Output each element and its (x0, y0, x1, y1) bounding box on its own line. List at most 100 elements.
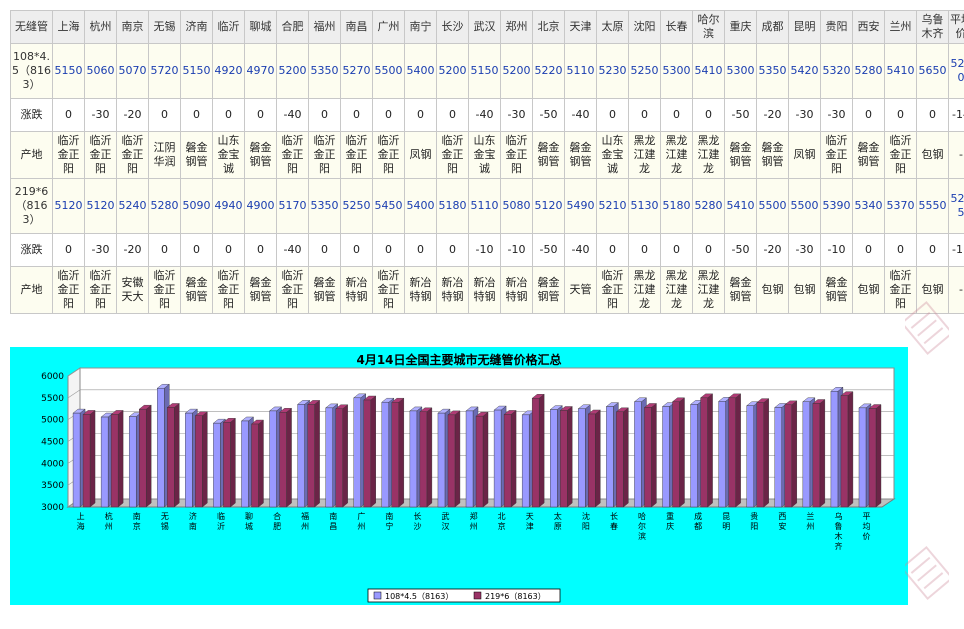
origin-cell: 临沂金正阳 (884, 131, 917, 179)
bar (335, 408, 343, 508)
bar (72, 412, 81, 508)
origin-cell: 山东金宝诚 (468, 131, 501, 179)
origin-cell: 安徽天大 (116, 266, 149, 314)
price-cell: 5210 (596, 178, 629, 234)
bar (241, 420, 249, 508)
origin-cell: 包钢 (916, 131, 949, 179)
x-tick-label: 北京 (498, 512, 506, 531)
price-cell: 5300 (660, 43, 693, 99)
bar-side (510, 410, 517, 508)
origin-cell: 临沂金正阳 (116, 131, 149, 179)
bar-side (819, 399, 826, 508)
change-cell: -10 (820, 233, 853, 267)
change-cell: -40 (468, 98, 501, 132)
origin-cell: 江阴华润 (148, 131, 181, 179)
origin-cell: 包钢 (788, 266, 821, 314)
origin-cell: 磐金钢管 (820, 266, 853, 314)
bar (784, 404, 792, 508)
origin-cell: 黑龙江建龙 (660, 266, 693, 314)
price-cell: 5500 (788, 178, 821, 234)
change-cell: 0 (852, 98, 885, 132)
price-cell: 5180 (436, 178, 469, 234)
bar (503, 414, 512, 508)
change-cell: 0 (308, 233, 341, 267)
bar-side (679, 397, 685, 508)
price-cell: 5370 (884, 178, 917, 234)
city-header: 昆明 (788, 10, 821, 44)
bar-side (398, 397, 405, 508)
origin-cell: 临沂金正阳 (500, 131, 533, 179)
change-cell: -30 (820, 98, 853, 132)
origin-cell: 临沂金正阳 (340, 131, 373, 179)
origin-cell: 磐金钢管 (308, 266, 341, 314)
origin-cell: 临沂金正阳 (52, 131, 85, 179)
bar-side (89, 410, 96, 508)
price-cell: 5240 (116, 178, 149, 234)
origin-cell: 黑龙江建龙 (628, 131, 661, 179)
bar-side (847, 391, 854, 508)
bar (82, 414, 91, 508)
row-label: 219*6（8163） (10, 178, 53, 234)
row-label: 涨跌 (10, 98, 53, 132)
bar-side (370, 395, 376, 508)
bar (325, 407, 333, 508)
bar-side (230, 417, 236, 508)
change-cell: 0 (660, 98, 693, 132)
city-header: 兰州 (884, 10, 917, 44)
change-cell: 0 (244, 233, 277, 267)
bar (728, 397, 736, 508)
change-cell: 0 (180, 233, 213, 267)
change-cell: 0 (148, 233, 181, 267)
x-tick-label: 福州 (301, 512, 309, 531)
row-label: 产地 (10, 266, 53, 314)
y-tick-label: 4500 (41, 438, 64, 448)
change-cell: -30 (788, 98, 821, 132)
bar (100, 416, 109, 508)
origin-cell: 磐金钢管 (244, 131, 277, 179)
price-cell: 5280 (692, 178, 725, 234)
origin-cell: 凤钢 (404, 131, 437, 179)
bar (606, 406, 614, 508)
x-tick-label: 西安 (778, 512, 786, 531)
y-tick-label: 3500 (41, 481, 64, 491)
city-header: 天津 (564, 10, 597, 44)
price-cell: 5090 (180, 178, 213, 234)
x-tick-label: 平均价 (863, 512, 871, 541)
change-cell: -50 (724, 233, 757, 267)
change-cell: 0 (628, 98, 661, 132)
x-tick-label: 昆明 (722, 512, 730, 531)
origin-cell: 山东金宝诚 (212, 131, 245, 179)
price-cell: 4940 (212, 178, 245, 234)
price-cell: 5650 (916, 43, 949, 99)
city-header: 沈阳 (628, 10, 661, 44)
y-tick-label: 4000 (41, 459, 64, 469)
table-row: 涨跌 0 -30 -20 0 0 0 0 -40 0 0 0 0 0 -10 -10 -50 -40 0 0 0 0 -50… (10, 233, 964, 267)
bar-side (763, 398, 769, 508)
city-header: 北京 (532, 10, 565, 44)
origin-cell: 山东金宝诚 (596, 131, 629, 179)
origin-cell: 磐金钢管 (852, 131, 885, 179)
bar (493, 409, 502, 508)
change-cell: -30 (84, 233, 117, 267)
table-corner-header: 无缝管 (10, 10, 53, 44)
price-cell: 5110 (564, 43, 597, 99)
change-cell: 0 (596, 233, 629, 267)
bar (157, 388, 165, 508)
price-cell: 5080 (500, 178, 533, 234)
bar (297, 404, 305, 508)
bar-side (454, 410, 461, 508)
bar (802, 401, 811, 508)
bar-side (202, 411, 208, 508)
bar (419, 411, 428, 508)
price-cell: 4900 (244, 178, 277, 234)
city-header: 贵阳 (820, 10, 853, 44)
price-cell: 5130 (628, 178, 661, 234)
bar (616, 411, 624, 508)
bar (830, 391, 839, 508)
table-row: 涨跌 0 -30 -20 0 0 0 0 -40 0 0 0 0 0 -40 -30 -50 -40 0 0 0 0 -50… (10, 98, 964, 132)
change-cell: 0 (372, 233, 405, 267)
price-cell: 5400 (404, 178, 437, 234)
origin-cell: 磐金钢管 (724, 131, 757, 179)
bar-side (651, 403, 657, 508)
city-header: 济南 (180, 10, 213, 44)
